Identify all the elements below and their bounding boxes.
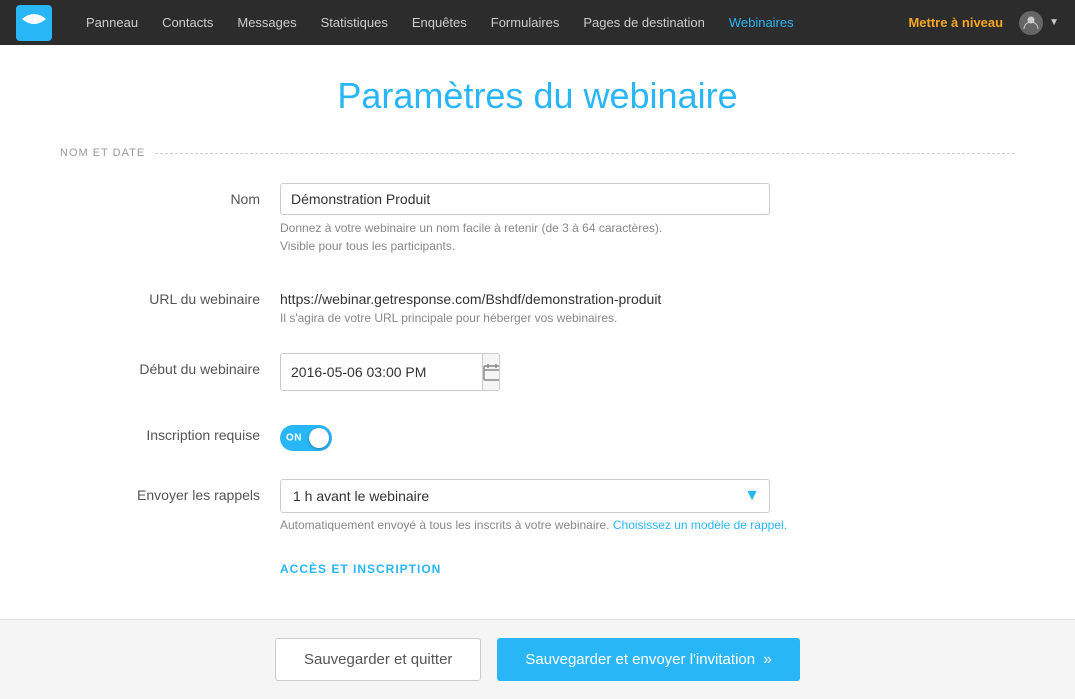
rappels-select-wrap: 1 h avant le webinaire 24 h avant le web… xyxy=(280,479,770,513)
field-debut-row: Début du webinaire xyxy=(60,353,1015,391)
field-url-label: URL du webinaire xyxy=(60,283,280,307)
field-nom-row: Nom Donnez à votre webinaire un nom faci… xyxy=(60,183,1015,255)
nom-input[interactable] xyxy=(280,183,770,215)
inscription-toggle[interactable]: ON xyxy=(280,425,332,451)
nav-contacts[interactable]: Contacts xyxy=(152,11,223,34)
logo-icon xyxy=(16,5,52,41)
rappels-hint: Automatiquement envoyé à tous les inscri… xyxy=(280,518,1015,532)
nav-pages[interactable]: Pages de destination xyxy=(573,11,714,34)
toggle-wrap: ON xyxy=(280,419,1015,451)
nav-links: Panneau Contacts Messages Statistiques E… xyxy=(76,11,908,34)
save-quit-button[interactable]: Sauvegarder et quitter xyxy=(275,638,481,681)
navbar: Panneau Contacts Messages Statistiques E… xyxy=(0,0,1075,45)
user-dropdown-arrow: ▼ xyxy=(1049,17,1059,28)
field-debut-label: Début du webinaire xyxy=(60,353,280,377)
rappels-model-link[interactable]: Choisissez un modèle de rappel. xyxy=(613,518,787,532)
field-nom-label: Nom xyxy=(60,183,280,207)
field-rappels-label: Envoyer les rappels xyxy=(60,479,280,503)
main-content: Paramètres du webinaire NOM ET DATE Nom … xyxy=(0,45,1075,616)
upgrade-link[interactable]: Mettre à niveau xyxy=(908,15,1003,30)
section-nom-date-label: NOM ET DATE xyxy=(60,147,145,159)
nom-hint: Donnez à votre webinaire un nom facile à… xyxy=(280,219,1015,255)
nav-panneau[interactable]: Panneau xyxy=(76,11,148,34)
nav-formulaires[interactable]: Formulaires xyxy=(481,11,570,34)
arrow-icon: » xyxy=(763,651,772,669)
user-avatar-icon xyxy=(1019,11,1043,35)
field-inscription-label: Inscription requise xyxy=(60,419,280,443)
toggle-on-label: ON xyxy=(286,433,302,444)
url-hint: Il s'agira de votre URL principale pour … xyxy=(280,311,1015,325)
field-rappels-row: Envoyer les rappels 1 h avant le webinai… xyxy=(60,479,1015,532)
acces-inscription-link[interactable]: ACCÈS ET INSCRIPTION xyxy=(280,562,441,576)
field-rappels-wrap: 1 h avant le webinaire 24 h avant le web… xyxy=(280,479,1015,532)
save-send-label: Sauvegarder et envoyer l'invitation xyxy=(525,651,755,668)
url-value: https://webinar.getresponse.com/Bshdf/de… xyxy=(280,283,1015,307)
field-inscription-wrap: ON xyxy=(280,419,1015,451)
calendar-icon[interactable] xyxy=(482,354,500,390)
rappels-select[interactable]: 1 h avant le webinaire 24 h avant le web… xyxy=(280,479,770,513)
field-debut-wrap xyxy=(280,353,1015,391)
field-nom-wrap: Donnez à votre webinaire un nom facile à… xyxy=(280,183,1015,255)
page-title: Paramètres du webinaire xyxy=(60,75,1015,117)
user-menu[interactable]: ▼ xyxy=(1019,11,1059,35)
save-send-button[interactable]: Sauvegarder et envoyer l'invitation » xyxy=(497,638,800,681)
footer: Sauvegarder et quitter Sauvegarder et en… xyxy=(0,619,1075,699)
toggle-thumb xyxy=(309,428,329,448)
date-input-wrap xyxy=(280,353,500,391)
date-input[interactable] xyxy=(281,357,482,387)
nav-statistiques[interactable]: Statistiques xyxy=(311,11,398,34)
section-divider xyxy=(155,153,1015,154)
section-nom-date-header: NOM ET DATE xyxy=(60,147,1015,159)
nav-enquetes[interactable]: Enquêtes xyxy=(402,11,477,34)
field-url-row: URL du webinaire https://webinar.getresp… xyxy=(60,283,1015,325)
nav-webinaires[interactable]: Webinaires xyxy=(719,11,804,34)
nav-messages[interactable]: Messages xyxy=(227,11,306,34)
field-inscription-row: Inscription requise ON xyxy=(60,419,1015,451)
field-url-wrap: https://webinar.getresponse.com/Bshdf/de… xyxy=(280,283,1015,325)
